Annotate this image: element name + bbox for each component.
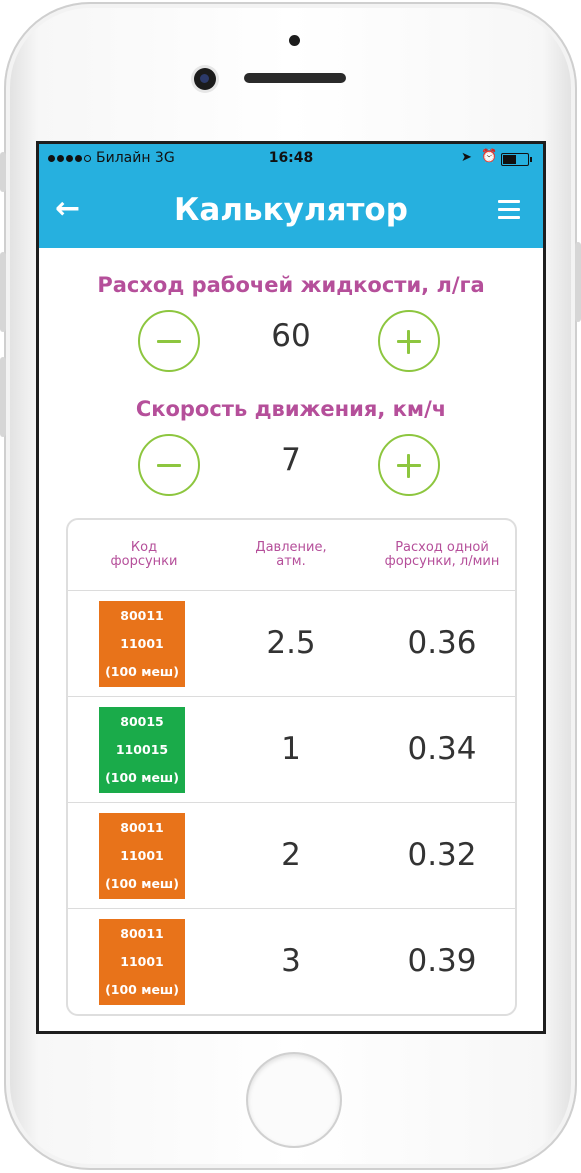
- nozzle-rate-value: 0.32: [407, 837, 477, 873]
- volume-down-button: [0, 357, 6, 437]
- flow-rate-label: Расход рабочей жидкости, л/га: [97, 273, 485, 297]
- flow-rate-value: 60: [271, 318, 311, 354]
- app-header: ← Калькулятор: [39, 174, 543, 248]
- header-pressure: Давление, атм.: [255, 540, 327, 569]
- minus-icon: [157, 464, 181, 467]
- speed-value: 7: [281, 442, 301, 478]
- battery-icon: [501, 153, 532, 166]
- nozzle-rate-value: 0.39: [407, 943, 477, 979]
- status-bar: Билайн 3G 16:48 ➤ ⏰: [39, 144, 543, 174]
- screen: Билайн 3G 16:48 ➤ ⏰ ← Калькулятор Расход…: [36, 141, 546, 1034]
- power-button: [575, 242, 581, 322]
- nozzle-code-badge: 80011 11001 (100 меш): [99, 919, 185, 1005]
- mute-switch: [0, 152, 6, 192]
- table-row[interactable]: 80011 11001 (100 меш) 2.5 0.36: [68, 590, 515, 697]
- pressure-value: 2.5: [266, 625, 316, 661]
- minus-icon: [157, 340, 181, 343]
- pressure-value: 3: [281, 943, 301, 979]
- pressure-value: 1: [281, 731, 301, 767]
- page-title: Калькулятор: [174, 192, 408, 228]
- alarm-icon: ⏰: [481, 149, 498, 164]
- nozzle-rate-value: 0.34: [407, 731, 477, 767]
- nozzle-rate-value: 0.36: [407, 625, 477, 661]
- earpiece-speaker: [244, 73, 346, 83]
- proximity-sensor: [289, 35, 300, 46]
- nozzle-code-badge: 80011 11001 (100 меш): [99, 601, 185, 687]
- table-row[interactable]: 80011 11001 (100 меш) 2 0.32: [68, 802, 515, 909]
- speed-label: Скорость движения, км/ч: [135, 397, 447, 421]
- menu-button[interactable]: [498, 200, 520, 220]
- speed-decrease-button[interactable]: [138, 434, 200, 496]
- app-screen: Билайн 3G 16:48 ➤ ⏰ ← Калькулятор Расход…: [39, 144, 543, 1031]
- speed-increase-button[interactable]: [378, 434, 440, 496]
- volume-up-button: [0, 252, 6, 332]
- flow-rate-decrease-button[interactable]: [138, 310, 200, 372]
- header-nozzle-rate: Расход одной форсунки, л/мин: [384, 540, 500, 569]
- flow-rate-increase-button[interactable]: [378, 310, 440, 372]
- pressure-value: 2: [281, 837, 301, 873]
- header-nozzle-code: Код форсунки: [110, 540, 178, 569]
- table-row[interactable]: 80015 110015 (100 меш) 1 0.34: [68, 696, 515, 803]
- nozzle-code-badge: 80011 11001 (100 меш): [99, 813, 185, 899]
- nozzle-code-badge: 80015 110015 (100 меш): [99, 707, 185, 793]
- hamburger-menu-icon: [498, 200, 520, 219]
- location-arrow-icon: ➤: [461, 150, 472, 165]
- front-camera: [194, 68, 216, 90]
- nozzle-table: Код форсунки Давление, атм. Расход одной…: [66, 518, 517, 1016]
- table-row[interactable]: 80011 11001 (100 меш) 3 0.39: [68, 908, 515, 1014]
- home-button[interactable]: [248, 1054, 340, 1146]
